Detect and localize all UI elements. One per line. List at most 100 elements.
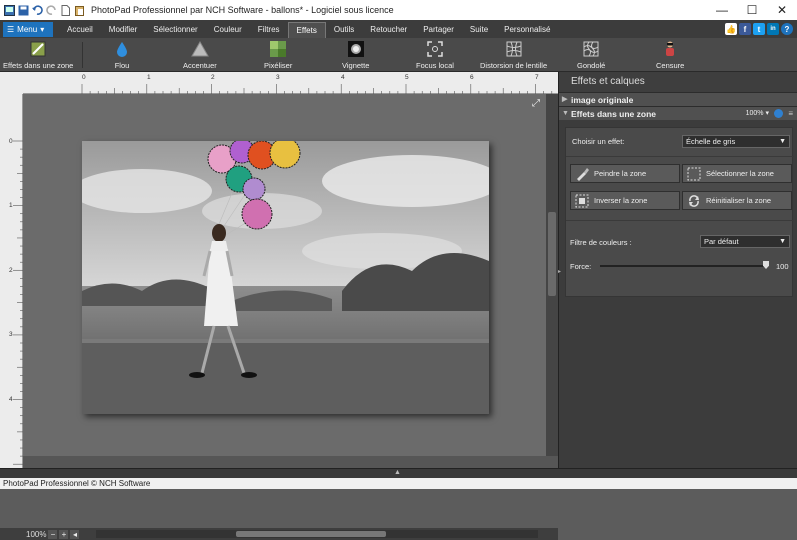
zoom-in-button[interactable]: + <box>59 529 69 539</box>
reset-zone-label: Réinitialiser la zone <box>706 196 772 205</box>
h-tick-label: 2 <box>211 74 215 81</box>
layer-original-label: image originale <box>571 95 634 105</box>
layer-area-effects[interactable]: ▼ Effets dans une zone 100% ▾ ≡ <box>559 106 797 120</box>
vignette-button[interactable]: Vignette <box>342 40 369 70</box>
menu-button[interactable]: ☰ Menu ▾ <box>3 22 53 37</box>
tab-accueil[interactable]: Accueil <box>59 22 101 38</box>
vignette-label: Vignette <box>342 61 370 70</box>
vertical-ruler-ticks <box>13 140 23 465</box>
ruler-corner <box>0 72 23 94</box>
paint-brush-icon <box>574 167 590 181</box>
panel-collapse-icon[interactable]: ▸ <box>558 268 561 275</box>
tab-suite[interactable]: Suite <box>462 22 496 38</box>
area-effects-label: Effets dans une zone <box>3 61 74 70</box>
force-slider-handle[interactable] <box>763 261 769 269</box>
pixelate-icon <box>269 40 287 58</box>
horizontal-scroll-thumb[interactable] <box>236 531 386 537</box>
h-tick-label: 5 <box>405 74 409 81</box>
quick-access-toolbar <box>0 4 85 16</box>
force-slider[interactable] <box>600 261 769 269</box>
ripple-label: Gondolé <box>577 61 606 70</box>
h-tick-label: 6 <box>470 74 474 81</box>
vertical-scrollbar[interactable] <box>546 94 558 456</box>
canvas-status-bar: 100% − + ◂ <box>0 528 558 540</box>
effects-ribbon: Effets dans une zone Flou Accentuer Pixé… <box>0 38 797 72</box>
tab-retoucher[interactable]: Retoucher <box>362 22 415 38</box>
area-effects-button[interactable]: Effets dans une zone <box>3 40 73 70</box>
tab-effets[interactable]: Effets <box>287 22 326 38</box>
tab-personnalise[interactable]: Personnalisé <box>496 22 558 38</box>
close-button[interactable]: ✕ <box>767 0 797 20</box>
facebook-icon[interactable]: f <box>739 23 751 35</box>
photo-canvas[interactable] <box>72 137 502 414</box>
layer-visibility-icon[interactable] <box>774 109 783 118</box>
paint-zone-button[interactable]: Peindre la zone <box>570 164 680 183</box>
chevron-right-icon: ▶ <box>562 96 568 103</box>
linkedin-icon[interactable]: in <box>767 23 779 35</box>
area-effect-settings: Choisir un effet: Échelle de gris ▼ Pein… <box>565 127 794 297</box>
invert-zone-label: Inverser la zone <box>594 196 648 205</box>
vertical-scroll-thumb[interactable] <box>548 212 556 296</box>
zoom-level: 100% <box>26 529 47 539</box>
zoom-out-button[interactable]: − <box>48 529 58 539</box>
censor-button[interactable]: Censure <box>656 40 684 70</box>
h-tick-label: 4 <box>341 74 345 81</box>
lens-distortion-button[interactable]: Distorsion de lentille <box>480 40 547 70</box>
horizontal-scrollbar[interactable] <box>96 530 538 538</box>
select-zone-label: Sélectionner la zone <box>706 169 774 178</box>
color-filter-select[interactable]: Par défaut ▼ <box>700 235 790 248</box>
pixelate-label: Pixéliser <box>264 61 293 70</box>
vignette-icon <box>347 40 365 58</box>
maximize-button[interactable]: ☐ <box>737 0 767 20</box>
minimize-button[interactable]: — <box>707 0 737 20</box>
blur-button[interactable]: Flou <box>113 40 131 70</box>
like-icon[interactable]: 👍 <box>725 23 737 35</box>
select-zone-button[interactable]: Sélectionner la zone <box>682 164 792 183</box>
paste-icon[interactable] <box>74 5 85 16</box>
layer-original-image[interactable]: ▶ image originale <box>559 92 797 106</box>
v-tick-label: 3 <box>9 331 13 338</box>
ribbon-separator <box>82 42 83 68</box>
invert-zone-button[interactable]: Inverser la zone <box>570 191 680 210</box>
chevron-down-icon: ▾ <box>40 25 45 34</box>
undo-icon[interactable] <box>32 4 43 16</box>
fit-to-window-icon[interactable]: ⤢ <box>532 98 540 109</box>
tab-filtres[interactable]: Filtres <box>250 22 288 38</box>
expand-up-icon[interactable]: ▲ <box>394 469 401 476</box>
tab-partager[interactable]: Partager <box>415 22 462 38</box>
tab-selectionner[interactable]: Sélectionner <box>145 22 205 38</box>
redo-icon[interactable] <box>46 4 57 16</box>
tab-outils[interactable]: Outils <box>326 22 362 38</box>
new-document-icon[interactable] <box>60 4 71 16</box>
layer-delete-icon[interactable]: ≡ <box>788 107 793 121</box>
bottom-collapse-strip[interactable]: ▲ <box>0 468 797 478</box>
pixelate-button[interactable]: Pixéliser <box>264 40 292 70</box>
censor-label: Censure <box>656 61 685 70</box>
local-focus-button[interactable]: Focus local <box>416 40 454 70</box>
horizontal-ruler: 0 1 2 3 4 5 6 7 <box>23 72 558 94</box>
v-tick-label: 1 <box>9 202 13 209</box>
panel-title: Effets et calques <box>559 72 797 92</box>
image-workspace[interactable]: ⤢ <box>23 94 546 456</box>
v-tick-label: 0 <box>9 138 13 145</box>
divider <box>566 156 794 157</box>
choose-effect-select[interactable]: Échelle de gris ▼ <box>682 135 790 148</box>
scroll-left-button[interactable]: ◂ <box>70 529 80 539</box>
lens-distortion-icon <box>505 40 523 58</box>
help-icon[interactable]: ? <box>781 23 793 35</box>
layer-opacity[interactable]: 100% ▾ <box>746 107 769 121</box>
area-effects-icon <box>29 40 47 58</box>
tab-couleur[interactable]: Couleur <box>206 22 250 38</box>
twitter-icon[interactable]: t <box>753 23 765 35</box>
h-tick-label: 7 <box>535 74 539 81</box>
ripple-button[interactable]: Gondolé <box>577 40 605 70</box>
reset-zone-button[interactable]: Réinitialiser la zone <box>682 191 792 210</box>
refresh-icon <box>686 194 702 208</box>
sharpen-button[interactable]: Accentuer <box>183 40 217 70</box>
tab-modifier[interactable]: Modifier <box>101 22 145 38</box>
color-filter-label: Filtre de couleurs : <box>570 238 632 247</box>
save-icon[interactable] <box>18 5 29 16</box>
sharpen-label: Accentuer <box>183 61 217 70</box>
focus-frame-icon <box>426 40 444 58</box>
horizontal-ruler-ticks <box>81 84 553 94</box>
